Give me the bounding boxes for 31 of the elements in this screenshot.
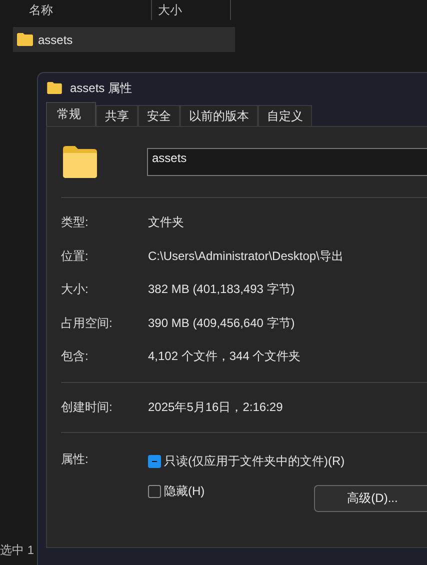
tab[interactable]: 以前的版本 — [180, 105, 258, 126]
tab[interactable]: 常规 — [46, 102, 96, 126]
property-label: 大小: — [61, 281, 90, 298]
property-label: 占用空间: — [61, 314, 114, 332]
window-title: assets 属性 — [70, 80, 132, 96]
file-row[interactable]: assets — [13, 27, 235, 52]
column-header[interactable]: 大小 — [152, 0, 231, 20]
property-value: C:\Users\Administrator\Desktop\导出 — [148, 248, 344, 265]
column-header[interactable]: 名称 — [0, 0, 152, 20]
tab[interactable]: 自定义 — [258, 105, 312, 126]
checkbox[interactable]: 隐藏(H) — [148, 482, 205, 500]
property-label: 位置: — [61, 248, 90, 265]
property-value: 382 MB (401,183,493 字节) — [148, 281, 295, 298]
property-value: 4,102 个文件，344 个文件夹 — [148, 348, 301, 366]
folder-icon — [63, 146, 97, 178]
property-label: 属性: — [61, 451, 90, 468]
property-value: 2025年5月16日，2:16:29 — [148, 398, 283, 416]
property-label: 包含: — [61, 348, 90, 366]
checkbox[interactable]: 只读(仅应用于文件夹中的文件)(R) — [148, 452, 345, 470]
status-text: 选中 1 — [0, 542, 36, 559]
file-name: assets — [38, 32, 73, 46]
property-label: 创建时间: — [61, 398, 114, 416]
folder-icon — [47, 82, 62, 94]
property-label: 类型: — [61, 214, 90, 232]
folder-icon — [17, 33, 33, 46]
tab[interactable]: 共享 — [96, 105, 138, 126]
property-value: 文件夹 — [148, 214, 184, 232]
name-field[interactable]: assets — [147, 148, 427, 176]
tab[interactable]: 安全 — [138, 105, 180, 126]
property-value: 390 MB (409,456,640 字节) — [148, 314, 295, 332]
advanced-button[interactable]: 高级(D)... — [314, 484, 427, 512]
